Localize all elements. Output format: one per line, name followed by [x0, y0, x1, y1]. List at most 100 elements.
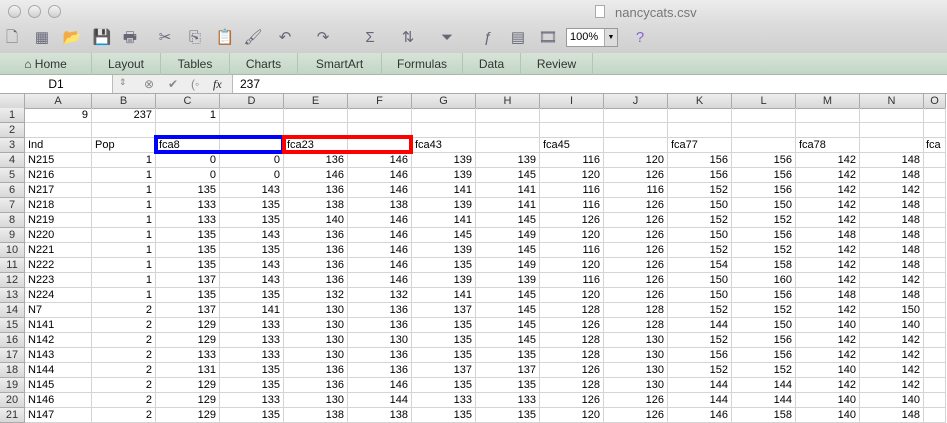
cell[interactable]: 2	[92, 393, 156, 408]
new-icon[interactable]: 🗋	[2, 28, 22, 48]
cell[interactable]: 2	[92, 363, 156, 378]
cell[interactable]	[348, 123, 412, 138]
cell[interactable]: 148	[860, 228, 924, 243]
cell[interactable]: 136	[348, 348, 412, 363]
cell[interactable]: N220	[25, 228, 92, 243]
cell[interactable]: 156	[732, 333, 796, 348]
column-header-H[interactable]: H	[476, 94, 540, 109]
cell[interactable]: 148	[796, 228, 860, 243]
cell[interactable]: 142	[796, 333, 860, 348]
cell[interactable]	[924, 393, 946, 408]
cell[interactable]: 146	[348, 153, 412, 168]
cell[interactable]: 150	[668, 228, 732, 243]
row-header[interactable]: 14	[0, 303, 25, 318]
cell[interactable]: 131	[156, 363, 220, 378]
confirm-icon[interactable]: ✔	[168, 77, 178, 91]
cell[interactable]	[348, 108, 412, 123]
cell[interactable]	[924, 303, 946, 318]
column-header-B[interactable]: B	[92, 94, 156, 109]
cell[interactable]: 139	[476, 153, 540, 168]
cell[interactable]: 133	[156, 213, 220, 228]
cell[interactable]: 116	[604, 183, 668, 198]
cell[interactable]: 156	[668, 348, 732, 363]
cell[interactable]: 152	[668, 333, 732, 348]
cell[interactable]: 142	[796, 153, 860, 168]
cell[interactable]: 150	[668, 273, 732, 288]
cell[interactable]	[604, 108, 668, 123]
cell[interactable]: 146	[348, 228, 412, 243]
cell[interactable]: 0	[156, 153, 220, 168]
cell[interactable]: 139	[412, 198, 476, 213]
minimize-window-button[interactable]	[28, 5, 41, 18]
cell[interactable]: 128	[604, 318, 668, 333]
cell[interactable]: 129	[156, 318, 220, 333]
cell[interactable]: 139	[412, 243, 476, 258]
cell[interactable]	[924, 258, 946, 273]
cell[interactable]	[924, 183, 946, 198]
column-header-E[interactable]: E	[284, 94, 348, 109]
cell[interactable]: 128	[604, 303, 668, 318]
cell[interactable]	[668, 108, 732, 123]
cell[interactable]: 136	[284, 153, 348, 168]
cell[interactable]: 116	[540, 198, 604, 213]
cell[interactable]: 1	[92, 198, 156, 213]
cell[interactable]: 136	[348, 363, 412, 378]
cell[interactable]: N222	[25, 258, 92, 273]
row-header[interactable]: 8	[0, 213, 25, 228]
cell[interactable]: 144	[732, 393, 796, 408]
cell[interactable]: 135	[412, 258, 476, 273]
cell[interactable]: 137	[476, 363, 540, 378]
help-icon[interactable]: ?	[630, 28, 650, 48]
cell[interactable]	[924, 243, 946, 258]
cell[interactable]	[924, 288, 946, 303]
cell[interactable]: 156	[732, 288, 796, 303]
cell[interactable]	[412, 108, 476, 123]
cell[interactable]	[924, 318, 946, 333]
tab-charts[interactable]: Charts	[230, 53, 298, 75]
cell[interactable]: 142	[796, 183, 860, 198]
cell[interactable]	[924, 153, 946, 168]
cell[interactable]: 143	[220, 183, 284, 198]
column-header-A[interactable]: A	[25, 94, 92, 109]
cell[interactable]: 140	[860, 318, 924, 333]
cell[interactable]: 133	[412, 393, 476, 408]
cell[interactable]: 116	[540, 153, 604, 168]
cell[interactable]: 149	[476, 258, 540, 273]
cell[interactable]: 138	[284, 198, 348, 213]
cell[interactable]: 152	[668, 243, 732, 258]
cell[interactable]: 135	[220, 243, 284, 258]
row-header[interactable]: 17	[0, 348, 25, 363]
cell[interactable]: 150	[732, 318, 796, 333]
cell[interactable]: 1	[92, 168, 156, 183]
cell[interactable]: 126	[604, 168, 668, 183]
formula-input[interactable]: 237	[240, 77, 260, 91]
cell[interactable]	[924, 273, 946, 288]
row-header[interactable]: 18	[0, 363, 25, 378]
cell[interactable]: 156	[668, 168, 732, 183]
cell[interactable]: 135	[220, 213, 284, 228]
cell[interactable]: 148	[860, 243, 924, 258]
cell[interactable]: 145	[476, 243, 540, 258]
cell[interactable]: 116	[540, 183, 604, 198]
cell[interactable]: 152	[668, 303, 732, 318]
cell[interactable]: 136	[284, 363, 348, 378]
cell[interactable]: 146	[284, 168, 348, 183]
cell[interactable]: 142	[860, 363, 924, 378]
cell[interactable]: 156	[732, 183, 796, 198]
row-header[interactable]: 13	[0, 288, 25, 303]
cell[interactable]: 145	[412, 228, 476, 243]
cell[interactable]: 129	[156, 393, 220, 408]
cell[interactable]: 145	[476, 318, 540, 333]
cell[interactable]: 142	[860, 273, 924, 288]
cell[interactable]: 142	[860, 348, 924, 363]
cell[interactable]	[924, 108, 946, 123]
cell[interactable]: 148	[860, 288, 924, 303]
cell[interactable]: 126	[604, 288, 668, 303]
cell[interactable]: 137	[412, 363, 476, 378]
cell[interactable]: Pop	[92, 138, 156, 153]
cell[interactable]: 150	[860, 303, 924, 318]
cell[interactable]: fca45	[540, 138, 604, 153]
cell[interactable]: 142	[796, 213, 860, 228]
cell[interactable]: 133	[220, 318, 284, 333]
undo-icon[interactable]: ↶	[275, 28, 295, 48]
